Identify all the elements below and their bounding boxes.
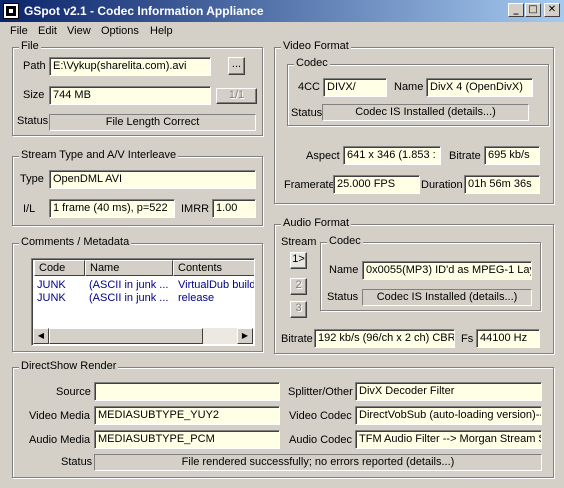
maximize-button[interactable]: □ [525,3,541,17]
type-label: Type [20,173,44,185]
fourcc-field[interactable]: DIVX/ [323,78,387,97]
audio-codec-group: Codec Name 0x0055(MP3) ID'd as MPEG-1 La… [320,235,541,311]
file-status-label: Status [17,115,49,127]
size-field[interactable]: 744 MB [49,86,211,105]
row-1-contents[interactable]: VirtualDub build [178,279,254,291]
audio-name-field[interactable]: 0x0055(MP3) ID'd as MPEG-1 Lay [362,261,532,280]
splitter-field[interactable]: DivX Decoder Filter [355,382,542,401]
audio-media-label: Audio Media [29,434,91,446]
imrr-label: IMRR [181,203,210,215]
scroll-right-icon[interactable]: ▶ [237,328,253,344]
render-status-label: Status [61,456,93,468]
menu-view[interactable]: View [67,25,91,37]
app-icon [3,3,19,19]
video-name-field[interactable]: DivX 4 (OpenDivX) [426,78,533,97]
close-button[interactable]: ✕ [544,3,560,17]
audio-codec-status-button[interactable]: Codec IS Installed (details...) [362,289,532,306]
column-header-code[interactable]: Code [34,260,85,276]
type-field[interactable]: OpenDML AVI [49,170,256,189]
directshow-group-label: DirectShow Render [19,360,119,372]
framerate-label: Framerate [284,179,335,191]
audio-codec-group-label: Codec [327,235,363,247]
minimize-button[interactable]: _ [508,3,524,17]
comments-group: Comments / Metadata Code Name Contents J… [12,236,263,352]
fs-label: Fs [461,333,474,345]
audio-format-group: Audio Format Stream 1> 2 3 Codec Name 0x… [274,217,554,354]
audio-name-label: Name [329,264,359,276]
imrr-field[interactable]: 1.00 [212,199,256,218]
audio-media-field[interactable]: MEDIASUBTYPE_PCM [94,430,280,449]
duration-label: Duration [421,179,463,191]
video-format-group: Video Format Codec 4CC DIVX/ Name DivX 4… [274,40,554,204]
horizontal-scrollbar[interactable]: ◀ ▶ [33,328,253,344]
stream-group: Stream Type and A/V Interleave Type Open… [12,149,263,226]
render-status-button[interactable]: File rendered successfully; no errors re… [94,454,542,471]
duration-field[interactable]: 01h 56m 36s [464,175,540,194]
browse-button[interactable]: ... [228,57,245,75]
video-codec-field[interactable]: DirectVobSub (auto-loading version)--> [355,406,542,425]
audio-format-group-label: Audio Format [281,217,352,229]
il-field[interactable]: 1 frame (40 ms), p=522 [49,199,175,218]
scroll-left-icon[interactable]: ◀ [33,328,49,344]
audio-stream-2-button[interactable]: 2 [290,278,307,295]
audio-bitrate-field[interactable]: 192 kb/s (96/ch x 2 ch) CBR [314,329,455,348]
audio-stream-1-button[interactable]: 1> [290,252,307,269]
splitter-label: Splitter/Other [288,386,353,398]
aspect-label: Aspect [306,150,340,162]
column-header-name[interactable]: Name [85,260,173,276]
audio-codec-label: Audio Codec [289,434,352,446]
source-field[interactable] [94,382,280,401]
video-status-label: Status [291,107,323,119]
video-codec-status-button[interactable]: Codec IS Installed (details...) [322,104,529,121]
video-bitrate-label: Bitrate [449,150,481,162]
audio-status-label: Status [327,291,359,303]
row-2-code[interactable]: JUNK [37,292,85,304]
menu-options[interactable]: Options [101,25,139,37]
path-label: Path [23,60,46,72]
video-codec-group-label: Codec [294,57,330,69]
column-header-contents[interactable]: Contents [173,260,254,276]
video-name-label: Name [394,81,424,93]
aspect-field[interactable]: 641 x 346 (1.853 : [343,146,441,165]
file-group-label: File [19,40,41,52]
window-title: GSpot v2.1 - Codec Information Appliance [24,4,264,18]
menu-bar: File Edit View Options Help [0,22,564,41]
video-media-field[interactable]: MEDIASUBTYPE_YUY2 [94,406,280,425]
menu-help[interactable]: Help [150,25,173,37]
row-1-name[interactable]: (ASCII in junk ... [89,279,171,291]
row-2-name[interactable]: (ASCII in junk ... [89,292,171,304]
fourcc-label: 4CC [298,81,321,93]
size-label: Size [23,89,45,101]
audio-bitrate-label: Bitrate [281,333,313,345]
audio-stream-3-button[interactable]: 3 [290,301,307,318]
comments-group-label: Comments / Metadata [19,236,132,248]
video-format-group-label: Video Format [281,40,351,52]
audio-codec-field[interactable]: TFM Audio Filter --> Morgan Stream S [355,430,542,449]
scroll-thumb[interactable] [49,328,203,344]
fs-field[interactable]: 44100 Hz [476,329,540,348]
path-field[interactable]: E:\Vykup(sharelita.com).avi [49,57,211,76]
source-label: Source [56,386,91,398]
video-bitrate-field[interactable]: 695 kb/s [484,146,540,165]
video-codec-label: Video Codec [289,410,352,422]
directshow-group: DirectShow Render Source Splitter/Other … [12,360,554,478]
file-status-value: File Length Correct [49,114,256,131]
menu-edit[interactable]: Edit [38,25,57,37]
row-1-code[interactable]: JUNK [37,279,85,291]
framerate-field[interactable]: 25.000 FPS [333,175,420,194]
title-bar[interactable]: GSpot v2.1 - Codec Information Appliance… [0,0,564,22]
il-label: I/L [23,203,36,215]
menu-file[interactable]: File [10,25,28,37]
stream-label: Stream [281,236,317,248]
stream-group-label: Stream Type and A/V Interleave [19,149,179,161]
video-media-label: Video Media [29,410,90,422]
page-button[interactable]: 1/1 [216,88,257,104]
file-group: File Path E:\Vykup(sharelita.com).avi ..… [12,40,263,136]
metadata-list[interactable]: Code Name Contents JUNK (ASCII in junk .… [31,258,255,346]
row-2-contents[interactable]: release [178,292,254,304]
